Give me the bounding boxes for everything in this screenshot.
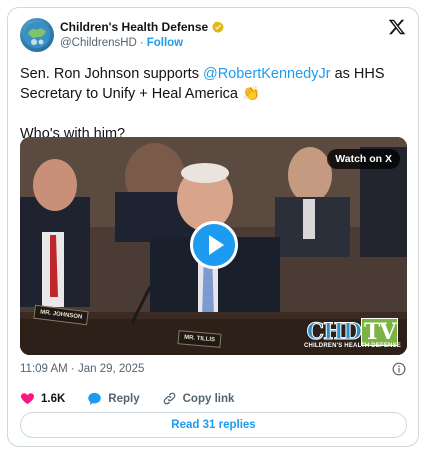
reply-bubble-icon <box>88 392 102 405</box>
timestamp[interactable]: 11:09 AM · Jan 29, 2025 <box>20 363 144 375</box>
separator-dot: · <box>139 37 144 49</box>
tweet-card[interactable]: Children's Health Defense @ChildrensHD ·… <box>7 7 419 447</box>
like-count: 1.6K <box>41 392 66 405</box>
display-name[interactable]: Children's Health Defense <box>60 20 208 34</box>
chd-logo-subtitle: CHILDREN'S HEALTH DEFENSE <box>304 343 401 349</box>
chd-tv-logo: CHD TV CHILDREN'S HEALTH DEFENSE <box>304 318 401 349</box>
tv-logo-text: TV <box>360 318 399 346</box>
info-icon[interactable] <box>392 362 406 376</box>
play-button[interactable] <box>190 221 238 269</box>
follow-button[interactable]: Follow <box>147 37 183 49</box>
watch-on-x-button[interactable]: Watch on X <box>327 149 400 169</box>
copy-link-label: Copy link <box>182 392 235 405</box>
tweet-text: Sen. Ron Johnson supports @RobertKennedy… <box>20 64 405 144</box>
mention-link[interactable]: @RobertKennedyJr <box>203 66 331 82</box>
read-replies-button[interactable]: Read 31 replies <box>20 412 407 438</box>
video-player[interactable]: Watch on X MR. JOHNSON MR. TILLIS CHD TV … <box>20 137 407 355</box>
like-button[interactable]: 1.6K <box>20 391 65 406</box>
link-icon <box>163 392 175 405</box>
avatar[interactable] <box>20 18 54 52</box>
reply-button[interactable]: Reply <box>87 391 140 406</box>
chd-logo-text: CHD <box>306 319 362 346</box>
heart-icon <box>20 393 35 405</box>
handle[interactable]: @ChildrensHD <box>60 37 137 49</box>
tweet-text-part1: Sen. Ron Johnson supports <box>20 66 203 82</box>
reply-label: Reply <box>108 392 140 405</box>
verified-badge-icon <box>212 21 225 33</box>
play-icon <box>208 235 224 255</box>
copy-link-button[interactable]: Copy link <box>162 391 235 406</box>
x-logo-icon[interactable] <box>388 18 406 36</box>
action-bar: 1.6K Reply Copy link <box>20 391 256 406</box>
